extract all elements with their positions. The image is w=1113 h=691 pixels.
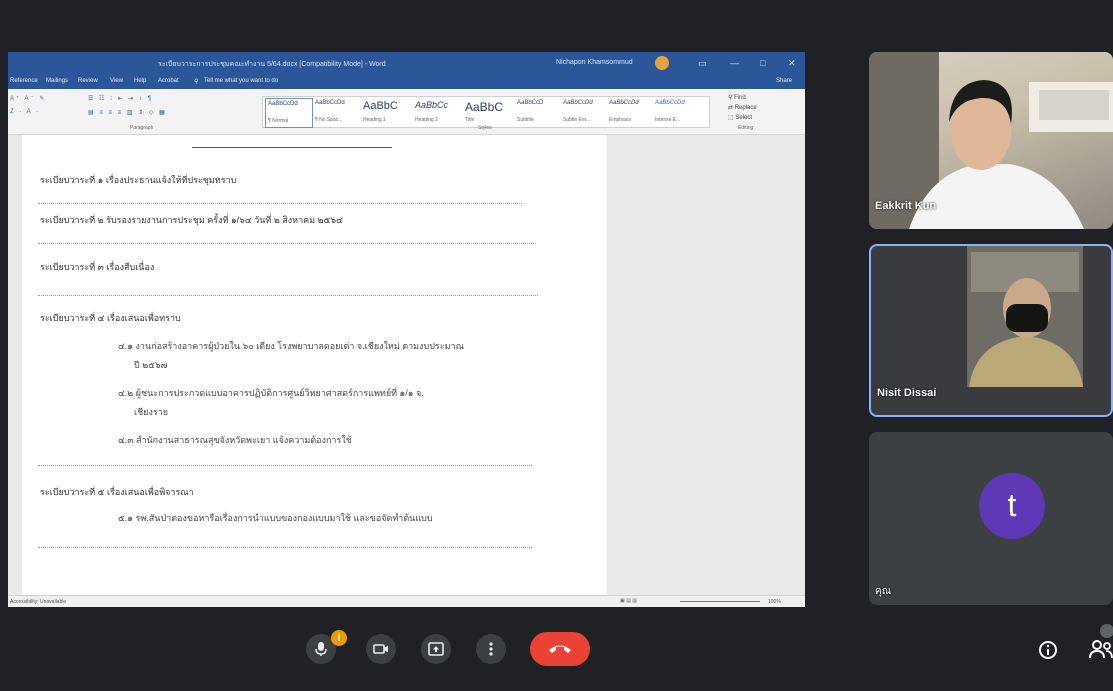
menu-mailings[interactable]: Mailings bbox=[46, 78, 68, 84]
editing-group: ⚲ Find ⇄ Replace ⬚ Select bbox=[728, 93, 757, 123]
style-emphasis[interactable]: AaBbCcDd Emphasis bbox=[607, 98, 653, 126]
people-icon bbox=[1089, 640, 1113, 659]
style-heading-1[interactable]: AaBbC Heading 1 bbox=[361, 98, 413, 126]
participant-tile-2[interactable]: Nisit Dissai bbox=[869, 244, 1113, 417]
camera-button[interactable] bbox=[366, 634, 396, 664]
agenda-2: ระเบียบวาระที่ ๒ รับรองรายงานการประชุม ค… bbox=[40, 215, 343, 225]
style-heading-2[interactable]: AaBbCc Heading 2 bbox=[413, 98, 463, 126]
participants-count-badge bbox=[1100, 624, 1113, 638]
share-button[interactable]: Share bbox=[776, 78, 792, 84]
dotted-divider bbox=[38, 243, 536, 244]
styles-gallery: AaBbCcDd ¶ Normal AaBbCcDd ¶ No Spac... … bbox=[262, 96, 710, 128]
replace-button[interactable]: ⇄ Replace bbox=[728, 103, 757, 113]
item-4-3: ๔.๓ สำนักงานสาธารณสุขจังหวัดพะเยา แจ้งคว… bbox=[118, 435, 352, 445]
end-call-icon bbox=[549, 645, 571, 653]
end-call-button[interactable] bbox=[530, 632, 590, 666]
font-color-icon[interactable]: Z · A · bbox=[10, 109, 40, 115]
maximize-icon[interactable]: □ bbox=[760, 58, 765, 68]
word-user-avatar bbox=[655, 56, 669, 70]
menu-references[interactable]: Reference bbox=[10, 78, 38, 84]
item-4-1-cont: ปี ๒๕๖๗ bbox=[134, 360, 168, 370]
present-screen-icon bbox=[428, 642, 444, 656]
agenda-3: ระเบียบวาระที่ ๓ เรื่องสืบเนื่อง bbox=[40, 262, 155, 272]
status-accessibility: Accessibility: Unavailable bbox=[10, 599, 67, 605]
menu-acrobat[interactable]: Acrobat bbox=[158, 78, 179, 84]
item-4-2-cont: เชียงราย bbox=[134, 407, 169, 417]
lightbulb-icon: ⚲ bbox=[194, 79, 199, 85]
ribbon-display-icon[interactable]: ▭ bbox=[698, 58, 707, 69]
replace-icon: ⇄ bbox=[728, 105, 735, 111]
present-button[interactable] bbox=[421, 634, 451, 664]
find-button[interactable]: ⚲ Find bbox=[728, 93, 757, 103]
close-icon[interactable]: ✕ bbox=[788, 58, 796, 69]
participant-name: Eakkrit Kun bbox=[875, 200, 937, 212]
alignment-controls-icon[interactable]: ▤ ≡ ≡ ≡ ▥ ⇕ ◇ ▦ bbox=[88, 109, 167, 116]
dotted-divider bbox=[38, 465, 532, 466]
dotted-divider bbox=[38, 203, 522, 204]
more-vert-icon bbox=[489, 642, 493, 656]
style-normal[interactable]: AaBbCcDd ¶ Normal bbox=[265, 98, 313, 128]
divider bbox=[192, 147, 392, 148]
menu-review[interactable]: Review bbox=[78, 78, 98, 84]
style-no-spacing[interactable]: AaBbCcDd ¶ No Spac... bbox=[313, 98, 359, 126]
agenda-4: ระเบียบวาระที่ ๔ เรื่องเสนอเพื่อทราบ bbox=[40, 313, 181, 323]
participants-button[interactable] bbox=[1088, 624, 1113, 662]
style-subtitle[interactable]: AaBbCcD Subtitle bbox=[515, 98, 561, 126]
participant-name: Nisit Dissai bbox=[877, 387, 937, 399]
menu-help[interactable]: Help bbox=[134, 78, 146, 84]
select-button[interactable]: ⬚ Select bbox=[728, 113, 757, 123]
word-ribbon: A⁺ A⁻ ✎ Z · A · ☰ ☷ ⁝ ⇤ ⇥ ↕ ¶ ▤ ≡ ≡ ≡ ▥ … bbox=[8, 89, 805, 135]
zoom-slider[interactable] bbox=[680, 601, 760, 602]
mic-alert-badge: ! bbox=[331, 630, 347, 646]
avatar: t bbox=[979, 473, 1045, 539]
word-title-bar: ระเบียบวาระการประชุมคณะทำงาน 5/64.docx [… bbox=[8, 52, 805, 74]
style-title[interactable]: AaBbC Title bbox=[463, 98, 515, 126]
word-user-name: Nichapon Khamsommud bbox=[556, 59, 633, 66]
word-status-bar: Accessibility: Unavailable ▣ ▤ ▥ 100% bbox=[8, 595, 805, 607]
styles-group-label: Styles bbox=[478, 125, 492, 131]
meeting-info-button[interactable] bbox=[1038, 640, 1058, 660]
agenda-5: ระเบียบวาระที่ ๕ เรื่องเสนอเพื่อพิจารณา bbox=[40, 487, 194, 497]
more-options-button[interactable] bbox=[476, 634, 506, 664]
dotted-divider bbox=[38, 295, 538, 296]
info-icon bbox=[1039, 641, 1057, 659]
item-4-1: ๔.๑ งานก่อสร้างอาคารผู้ป่วยใน ๖๐ เตียง โ… bbox=[118, 341, 464, 351]
word-menu-bar: Reference Mailings Review View Help Acro… bbox=[8, 74, 805, 89]
document-title: ระเบียบวาระการประชุมคณะทำงาน 5/64.docx [… bbox=[158, 61, 386, 68]
participant-tile-3[interactable]: t คุณ bbox=[869, 432, 1113, 605]
camera-icon bbox=[373, 644, 388, 654]
mic-off-icon bbox=[315, 642, 327, 656]
view-icons[interactable]: ▣ ▤ ▥ bbox=[620, 598, 637, 604]
font-controls-icon[interactable]: A⁺ A⁻ ✎ bbox=[10, 95, 46, 102]
style-subtle-emphasis[interactable]: AaBbCcDd Subtle Em... bbox=[561, 98, 607, 126]
paragraph-group-label: Paragraph bbox=[130, 125, 154, 131]
minimize-icon[interactable]: — bbox=[730, 58, 739, 68]
item-4-2: ๔.๒ ผู้ชนะการประกวดแบบอาคารปฏิบัติการศูน… bbox=[118, 388, 424, 398]
style-intense-emphasis[interactable]: AaBbCcDd Intense E... bbox=[653, 98, 699, 126]
document-area: ระเบียบวาระที่ ๑ เรื่องประธานแจ้งให้ที่ป… bbox=[8, 135, 805, 595]
document-page[interactable]: ระเบียบวาระที่ ๑ เรื่องประธานแจ้งให้ที่ป… bbox=[22, 135, 607, 595]
editing-group-label: Editing bbox=[738, 125, 754, 131]
participant-tile-1[interactable]: Eakkrit Kun bbox=[869, 52, 1113, 229]
list-controls-icon[interactable]: ☰ ☷ ⁝ ⇤ ⇥ ↕ ¶ bbox=[88, 95, 153, 102]
menu-view[interactable]: View bbox=[110, 78, 123, 84]
participant-name: คุณ bbox=[875, 586, 891, 597]
agenda-1: ระเบียบวาระที่ ๑ เรื่องประธานแจ้งให้ที่ป… bbox=[40, 175, 237, 185]
dotted-divider bbox=[38, 547, 532, 548]
shared-screen: ระเบียบวาระการประชุมคณะทำงาน 5/64.docx [… bbox=[8, 52, 805, 607]
zoom-level: 100% bbox=[768, 599, 781, 605]
tell-me-search[interactable]: Tell me what you want to do bbox=[204, 78, 278, 84]
item-5-1: ๕.๑ รพ.สันป่าตองขอหารือเรื่องการนำแบบของ… bbox=[118, 513, 433, 523]
